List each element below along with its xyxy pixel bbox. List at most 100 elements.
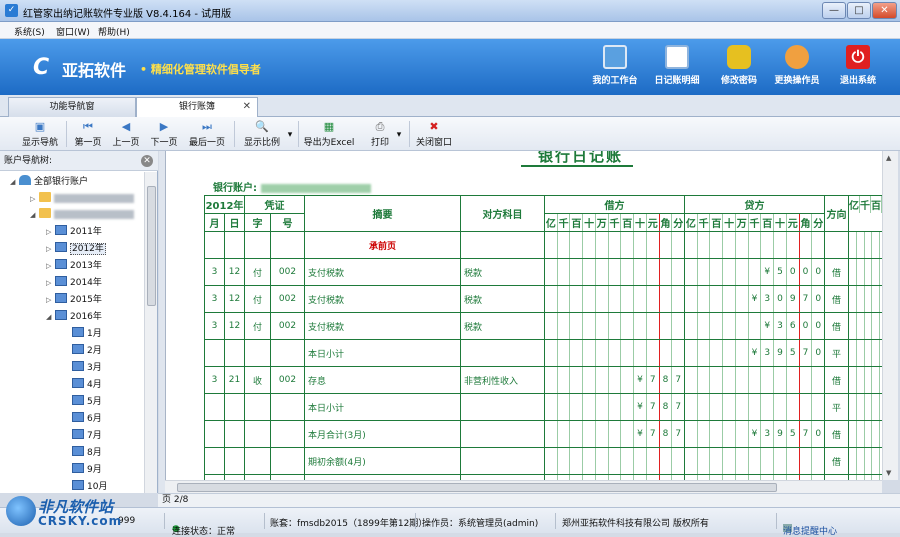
- tree-year[interactable]: ▷ 2014年: [46, 276, 102, 291]
- cell-credit: ¥3 6 0 0: [684, 312, 825, 340]
- scroll-thumb[interactable]: [147, 186, 156, 306]
- tree-scrollbar[interactable]: [144, 172, 157, 493]
- show-nav-button[interactable]: ▣ 显示导航: [20, 120, 60, 148]
- cell-credit: [684, 393, 825, 421]
- digit-cell: ¥: [749, 421, 762, 447]
- digit-cell: [872, 394, 881, 420]
- close-button[interactable]: ✕: [872, 2, 897, 19]
- magnifier-icon: 🔍: [255, 120, 269, 133]
- tree-month[interactable]: 7月: [72, 429, 102, 444]
- print-dropdown-icon[interactable]: ▾: [395, 130, 403, 140]
- digit-cell: [865, 394, 873, 420]
- digit-cell: [558, 394, 571, 420]
- h-scroll-thumb[interactable]: [177, 483, 777, 492]
- close-window-button[interactable]: ✖ 关闭窗口: [414, 120, 454, 148]
- tab-bank-ledger[interactable]: 银行账簿 ✕: [136, 97, 258, 118]
- tree-month[interactable]: 9月: [72, 463, 102, 478]
- my-workbench-button[interactable]: 我的工作台: [585, 45, 645, 86]
- prev-page-button[interactable]: ◀ 上一页: [110, 120, 142, 148]
- tree-year[interactable]: ▷ 2011年: [46, 225, 102, 240]
- switch-operator-button[interactable]: 更换操作员: [767, 45, 827, 86]
- print-button[interactable]: ⎙ 打印: [368, 120, 392, 148]
- digit-cell: [698, 259, 711, 285]
- digit-cell: [698, 286, 711, 312]
- digit-cell: [749, 313, 762, 339]
- digit-cell: [596, 394, 609, 420]
- table-row: 3 21 收 002 存息 非营利性收入 ¥7 8 7 借: [204, 366, 898, 394]
- last-page-button[interactable]: ⏭ 最后一页: [187, 120, 227, 148]
- doc-vertical-scrollbar[interactable]: ▲ ▼: [882, 151, 898, 480]
- menu-system[interactable]: 系统(S): [14, 25, 45, 38]
- logo-icon: C: [33, 55, 50, 80]
- tree-account-1[interactable]: ▷: [30, 192, 134, 207]
- digit-cell: [570, 367, 584, 393]
- digit-cell: [660, 448, 673, 474]
- calendar-icon: [72, 429, 84, 439]
- zoom-dropdown-icon[interactable]: ▾: [286, 130, 294, 140]
- cell-hao: [270, 339, 305, 367]
- scroll-down-icon[interactable]: ▼: [886, 469, 891, 477]
- maximize-button[interactable]: □: [847, 2, 871, 19]
- calendar-icon: [55, 276, 67, 286]
- digit-cell: [686, 367, 698, 393]
- digit-cell: [686, 421, 698, 447]
- tree-account-2[interactable]: ◢: [30, 208, 134, 223]
- digit-cell: [812, 449, 823, 474]
- exit-system-button[interactable]: ⏻ 退出系统: [828, 45, 888, 86]
- tree-year[interactable]: ▷ 2012年: [46, 242, 106, 257]
- close-panel-icon[interactable]: ✕: [141, 155, 153, 167]
- table-row: 本日小计 ¥7 8 7 平: [204, 393, 898, 421]
- tree-month[interactable]: 1月: [72, 327, 102, 342]
- cell-month: 3: [204, 312, 225, 340]
- export-excel-button[interactable]: ▦ 导出为Excel: [303, 120, 355, 148]
- digit-cell: ¥: [749, 340, 762, 366]
- tree-month[interactable]: 4月: [72, 378, 102, 393]
- first-page-button[interactable]: ⏮ 第一页: [72, 120, 104, 148]
- digit-unit-label: 百: [871, 196, 882, 213]
- change-password-button[interactable]: 修改密码: [709, 45, 769, 86]
- tab-nav[interactable]: 功能导航窗: [8, 97, 136, 117]
- next-page-button[interactable]: ▶ 下一页: [148, 120, 180, 148]
- tree-month[interactable]: 5月: [72, 395, 102, 410]
- tree-year[interactable]: ▷ 2015年: [46, 293, 102, 308]
- menu-window[interactable]: 窗口(W): [56, 25, 90, 38]
- close-tab-icon[interactable]: ✕: [243, 98, 251, 116]
- tree-month[interactable]: 3月: [72, 361, 102, 376]
- digit-cell: [596, 232, 609, 258]
- menu-help[interactable]: 帮助(H): [98, 25, 130, 38]
- digit-cell: [857, 313, 865, 339]
- doc-horizontal-scrollbar[interactable]: [165, 480, 882, 493]
- digit-unit-label: 十: [723, 214, 736, 231]
- folder-icon: [39, 192, 51, 202]
- digit-unit-label: 千: [698, 214, 711, 231]
- minimize-button[interactable]: —: [822, 2, 846, 19]
- scroll-up-icon[interactable]: ▲: [886, 154, 891, 162]
- digit-cell: [736, 448, 749, 474]
- tree-year[interactable]: ◢ 2016年: [46, 310, 102, 325]
- digit-cell: 7: [800, 286, 813, 312]
- digit-cell: [800, 232, 813, 258]
- digit-cell: [686, 394, 698, 420]
- digit-cell: [865, 448, 873, 474]
- zoom-button[interactable]: 🔍 显示比例: [240, 120, 284, 148]
- tree-month[interactable]: 2月: [72, 344, 102, 359]
- journal-detail-button[interactable]: 日记账明细: [647, 45, 707, 86]
- tree-month[interactable]: 6月: [72, 412, 102, 427]
- digit-unit-label: 元: [787, 214, 800, 231]
- digit-cell: [583, 286, 596, 312]
- cell-day: 12: [224, 285, 245, 313]
- digit-cell: [723, 232, 736, 258]
- tree-month[interactable]: 8月: [72, 446, 102, 461]
- tree-root[interactable]: ◢ 全部银行账户: [10, 175, 88, 190]
- digit-cell: [672, 260, 683, 285]
- close-window-icon: ✖: [429, 120, 439, 133]
- cell-debit: ¥7 8 7: [544, 366, 685, 394]
- digit-cell: 0: [774, 286, 787, 312]
- digit-cell: 3: [761, 340, 775, 366]
- nav-icon: ▣: [34, 120, 46, 133]
- logo-text: 亚拓软件: [62, 61, 127, 80]
- cell-day: 12: [224, 312, 245, 340]
- digit-cell: [570, 259, 584, 285]
- digit-cell: [710, 394, 724, 420]
- tree-year[interactable]: ▷ 2013年: [46, 259, 102, 274]
